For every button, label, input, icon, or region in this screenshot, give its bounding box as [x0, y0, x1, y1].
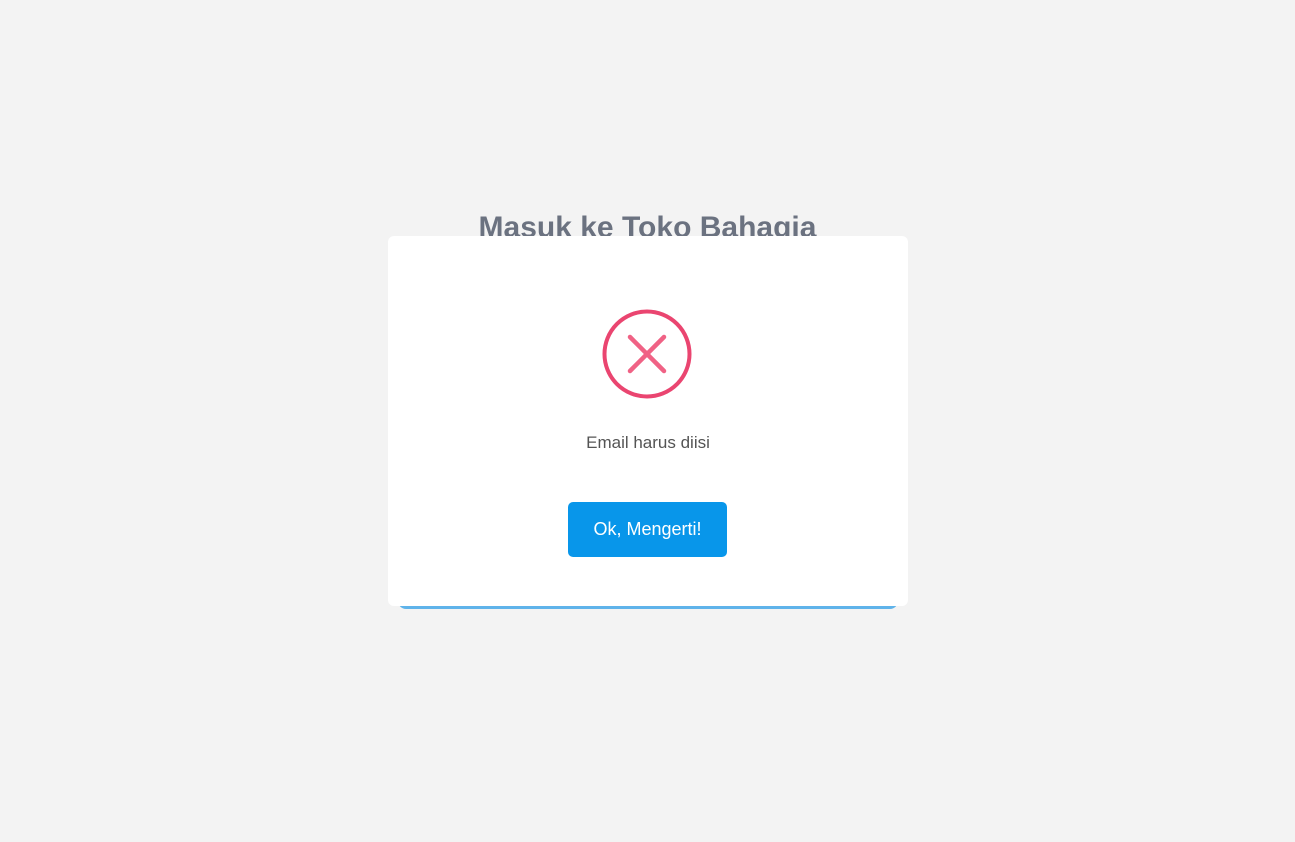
error-dialog: Email harus diisi Ok, Mengerti! — [388, 236, 908, 606]
login-page: Masuk ke Toko Bahagia Email harus diisi … — [0, 0, 1295, 842]
confirm-button[interactable]: Ok, Mengerti! — [568, 502, 727, 557]
error-message: Email harus diisi — [586, 433, 710, 452]
error-x-icon — [602, 309, 692, 399]
